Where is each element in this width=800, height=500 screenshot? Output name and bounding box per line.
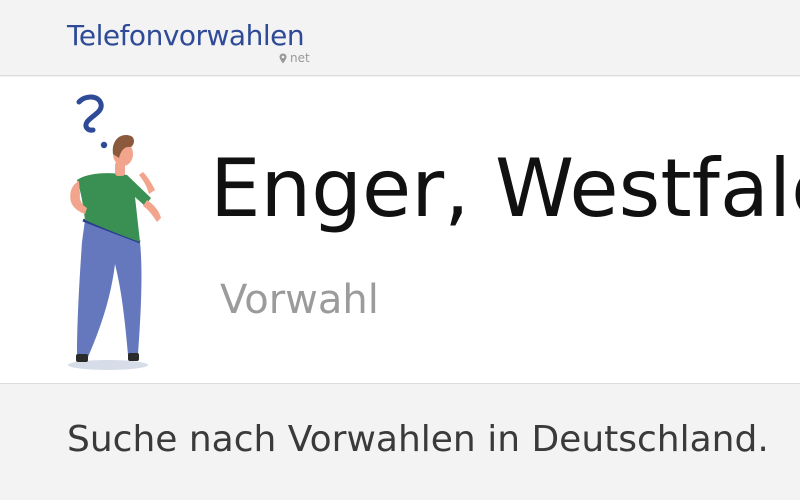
page-title: Enger, Westfalen [210,142,800,235]
page-subtitle: Vorwahl [220,277,379,323]
thinking-person-illustration [68,94,161,370]
logo-text: Telefonvorwahlen [67,19,305,52]
hero-section: Enger, Westfalen Vorwahl [0,77,800,384]
search-tagline: Suche nach Vorwahlen in Deutschland. [67,419,769,460]
site-logo-link[interactable]: Telefonvorwahlen net [67,18,327,68]
site-header: Telefonvorwahlen net [0,0,800,76]
logo-tld: net [279,51,310,65]
question-mark-icon [76,94,104,133]
map-pin-icon [279,53,287,63]
logo-tld-text: net [290,51,310,65]
